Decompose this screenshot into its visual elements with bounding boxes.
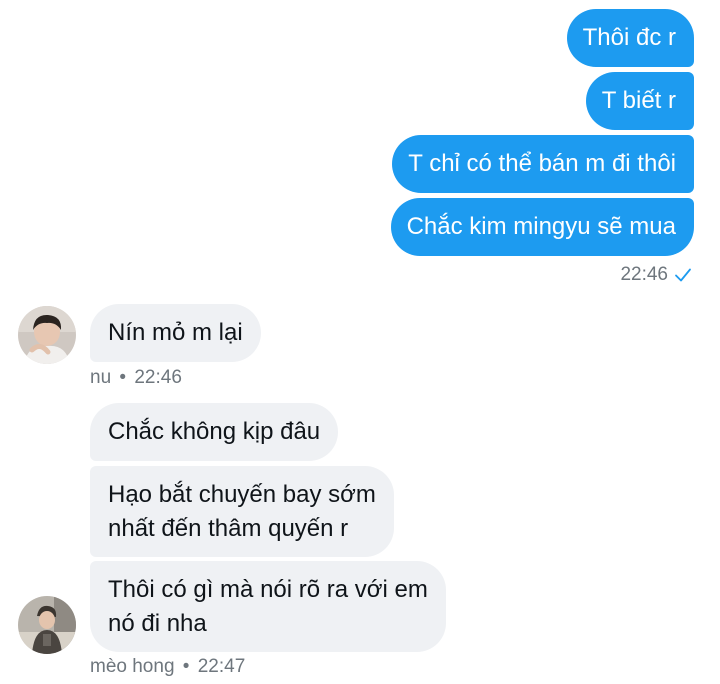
user-avatar-photo	[18, 596, 76, 654]
sender-name: mèo hong	[90, 656, 175, 677]
sent-message-bubble[interactable]: Thôi đc r	[566, 9, 694, 67]
sent-message-meta: 22:46	[620, 263, 692, 287]
message-text: T chỉ có thể bán m đi thôi	[408, 150, 676, 177]
received-message-meta: mèo hong • 22:47	[90, 655, 245, 679]
message-timestamp: 22:46	[134, 367, 182, 388]
sender-name: nu	[90, 367, 112, 388]
sent-message-bubble[interactable]: Chắc kim mingyu sẽ mua	[390, 198, 694, 256]
message-text: Nín mỏ m lại	[108, 319, 243, 346]
user-avatar-photo	[18, 306, 76, 364]
message-text-line: nhất đến thâm quyến r	[108, 514, 349, 542]
message-text: T biết r	[601, 87, 676, 114]
meta-separator: •	[119, 367, 127, 388]
sent-message-bubble[interactable]: T chỉ có thể bán m đi thôi	[392, 135, 694, 193]
sent-message-bubble[interactable]: T biết r	[585, 72, 694, 130]
message-text-line: Hạo bắt chuyến bay sớm	[108, 480, 376, 508]
received-message-meta: nu • 22:46	[90, 366, 182, 390]
message-text: Chắc kim mingyu sẽ mua	[406, 213, 676, 240]
received-message-bubble[interactable]: Hạo bắt chuyến bay sớm nhất đến thâm quy…	[90, 466, 394, 557]
sender-avatar[interactable]	[18, 306, 76, 364]
message-text: Thôi đc r	[582, 24, 676, 51]
message-text-line: Thôi có gì mà nói rõ ra với em	[108, 575, 428, 603]
meta-separator: •	[182, 656, 190, 677]
message-text-line: nó đi nha	[108, 609, 207, 637]
received-message-bubble[interactable]: Chắc không kịp đâu	[90, 403, 339, 461]
sender-avatar[interactable]	[18, 596, 76, 654]
message-text: Chắc không kịp đâu	[108, 418, 321, 445]
received-message-bubble[interactable]: Thôi có gì mà nói rõ ra với em nó đi nha	[90, 561, 446, 652]
message-timestamp: 22:46	[620, 264, 668, 285]
read-check-icon	[674, 266, 692, 284]
message-timestamp: 22:47	[197, 656, 246, 677]
received-message-bubble[interactable]: Nín mỏ m lại	[90, 304, 261, 362]
